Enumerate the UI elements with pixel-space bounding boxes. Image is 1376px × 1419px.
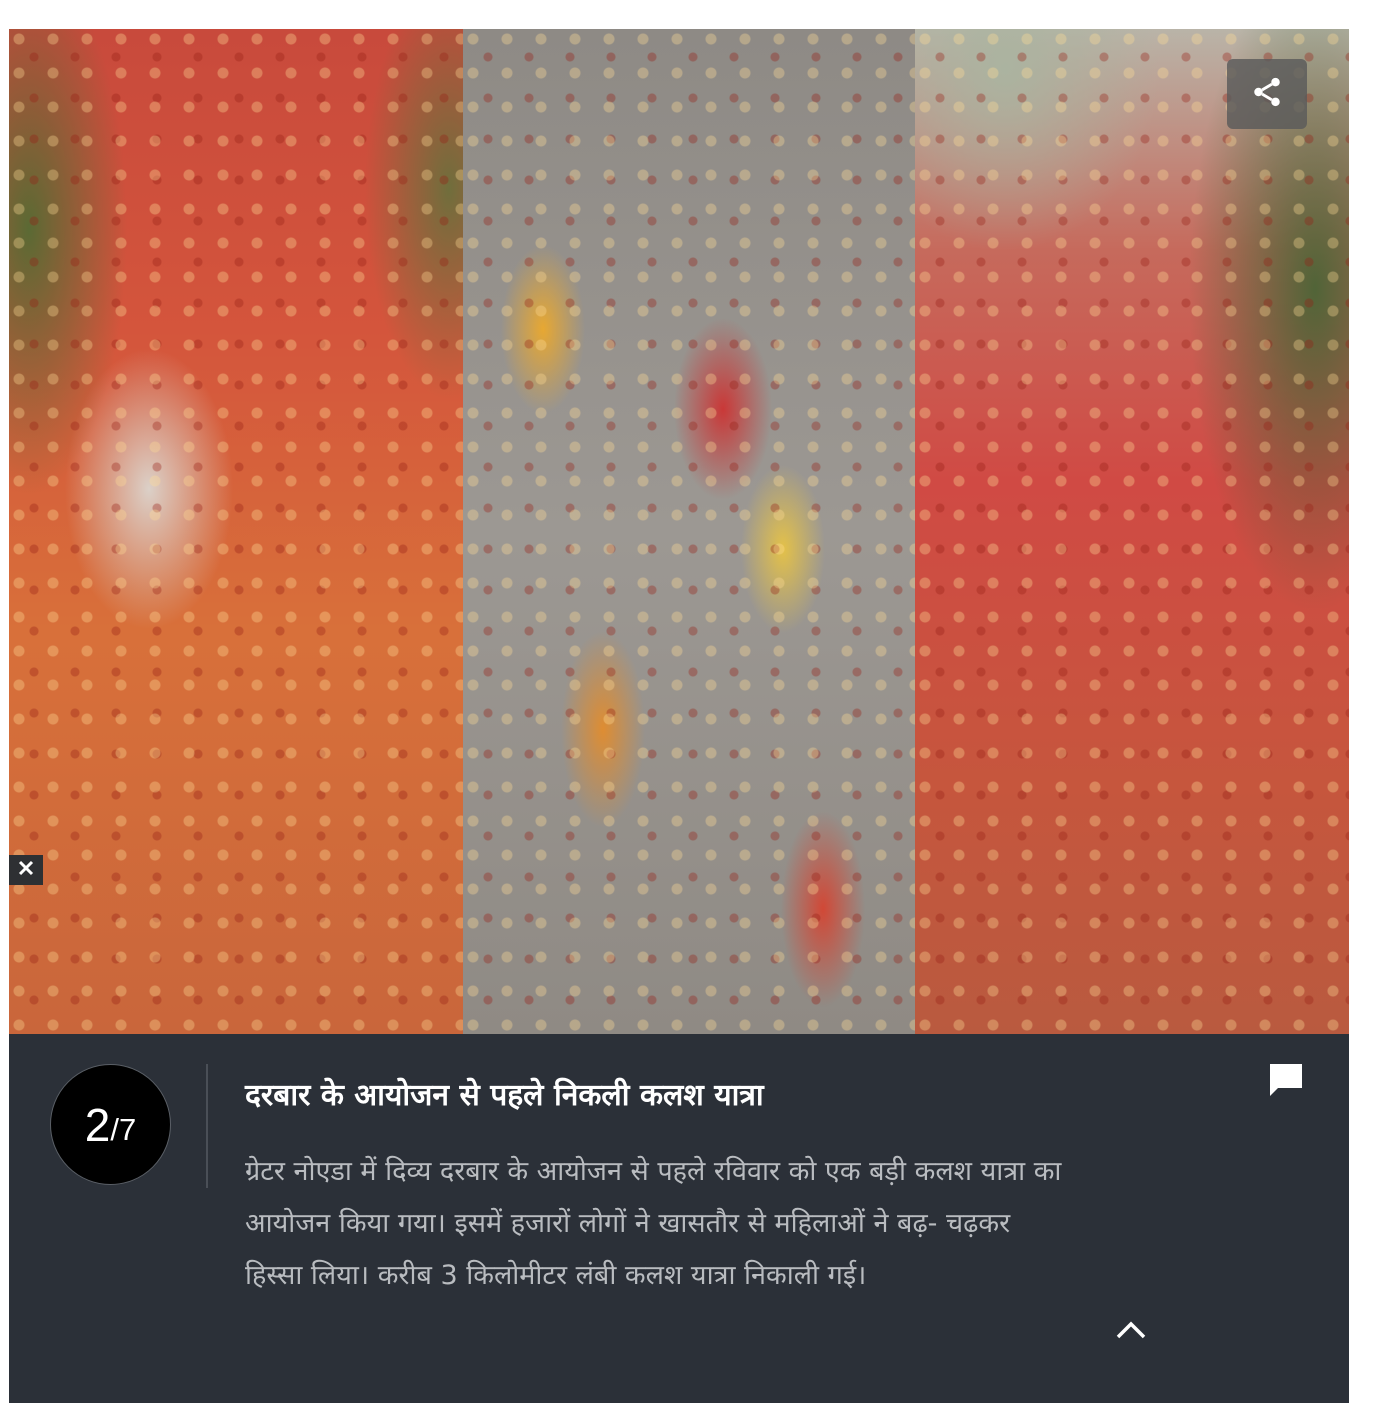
current-slide-number: 2 xyxy=(84,1098,111,1151)
slide-description: ग्रेटर नोएडा में दिव्य दरबार के आयोजन से… xyxy=(245,1156,1062,1291)
slide-photo[interactable] xyxy=(9,29,1349,1034)
photo-panel-right xyxy=(915,29,1349,1034)
close-button[interactable] xyxy=(9,855,43,885)
chevron-up-icon xyxy=(1115,1320,1147,1344)
comment-button[interactable] xyxy=(1263,1059,1309,1105)
gallery-slide: 2/7 दरबार के आयोजन से पहले निकली कलश यात… xyxy=(9,29,1349,1403)
total-slides: /7 xyxy=(110,1111,137,1147)
share-icon xyxy=(1250,75,1284,113)
photo-panel-center xyxy=(463,29,915,1034)
photo-panel-left xyxy=(9,29,463,1034)
caption-panel: 2/7 दरबार के आयोजन से पहले निकली कलश यात… xyxy=(9,1034,1349,1403)
slide-counter: 2/7 xyxy=(50,1064,171,1185)
share-button[interactable] xyxy=(1227,59,1307,129)
divider xyxy=(206,1064,208,1188)
collapse-button[interactable] xyxy=(1109,1310,1153,1354)
comment-icon xyxy=(1266,1060,1306,1104)
slide-title: दरबार के आयोजन से पहले निकली कलश यात्रा xyxy=(245,1078,764,1113)
close-icon xyxy=(17,859,35,881)
